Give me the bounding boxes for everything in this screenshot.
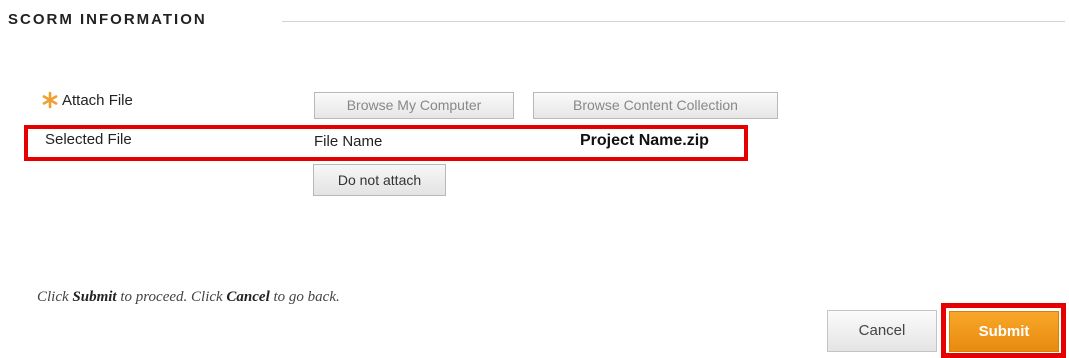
browse-my-computer-button[interactable]: Browse My Computer <box>314 92 514 119</box>
required-star-icon <box>42 91 58 109</box>
do-not-attach-button[interactable]: Do not attach <box>313 164 446 196</box>
section-divider <box>282 21 1065 22</box>
file-name-value: Project Name.zip <box>580 132 709 149</box>
cancel-button[interactable]: Cancel <box>827 310 937 352</box>
submit-button[interactable]: Submit <box>949 311 1059 352</box>
instructions-text-3: to go back. <box>269 289 340 305</box>
instructions-cancel-word: Cancel <box>226 289 270 305</box>
instructions-text-1: Click <box>37 289 73 305</box>
file-name-label: File Name <box>314 133 383 150</box>
selected-file-label: Selected File <box>45 131 132 148</box>
submit-instructions: Click Submit to proceed. Click Cancel to… <box>37 289 340 306</box>
attach-file-label: Attach File <box>62 92 133 109</box>
instructions-submit-word: Submit <box>72 289 117 305</box>
section-title: SCORM INFORMATION <box>8 11 207 28</box>
instructions-text-2: to proceed. Click <box>116 289 227 305</box>
browse-content-collection-button[interactable]: Browse Content Collection <box>533 92 778 119</box>
